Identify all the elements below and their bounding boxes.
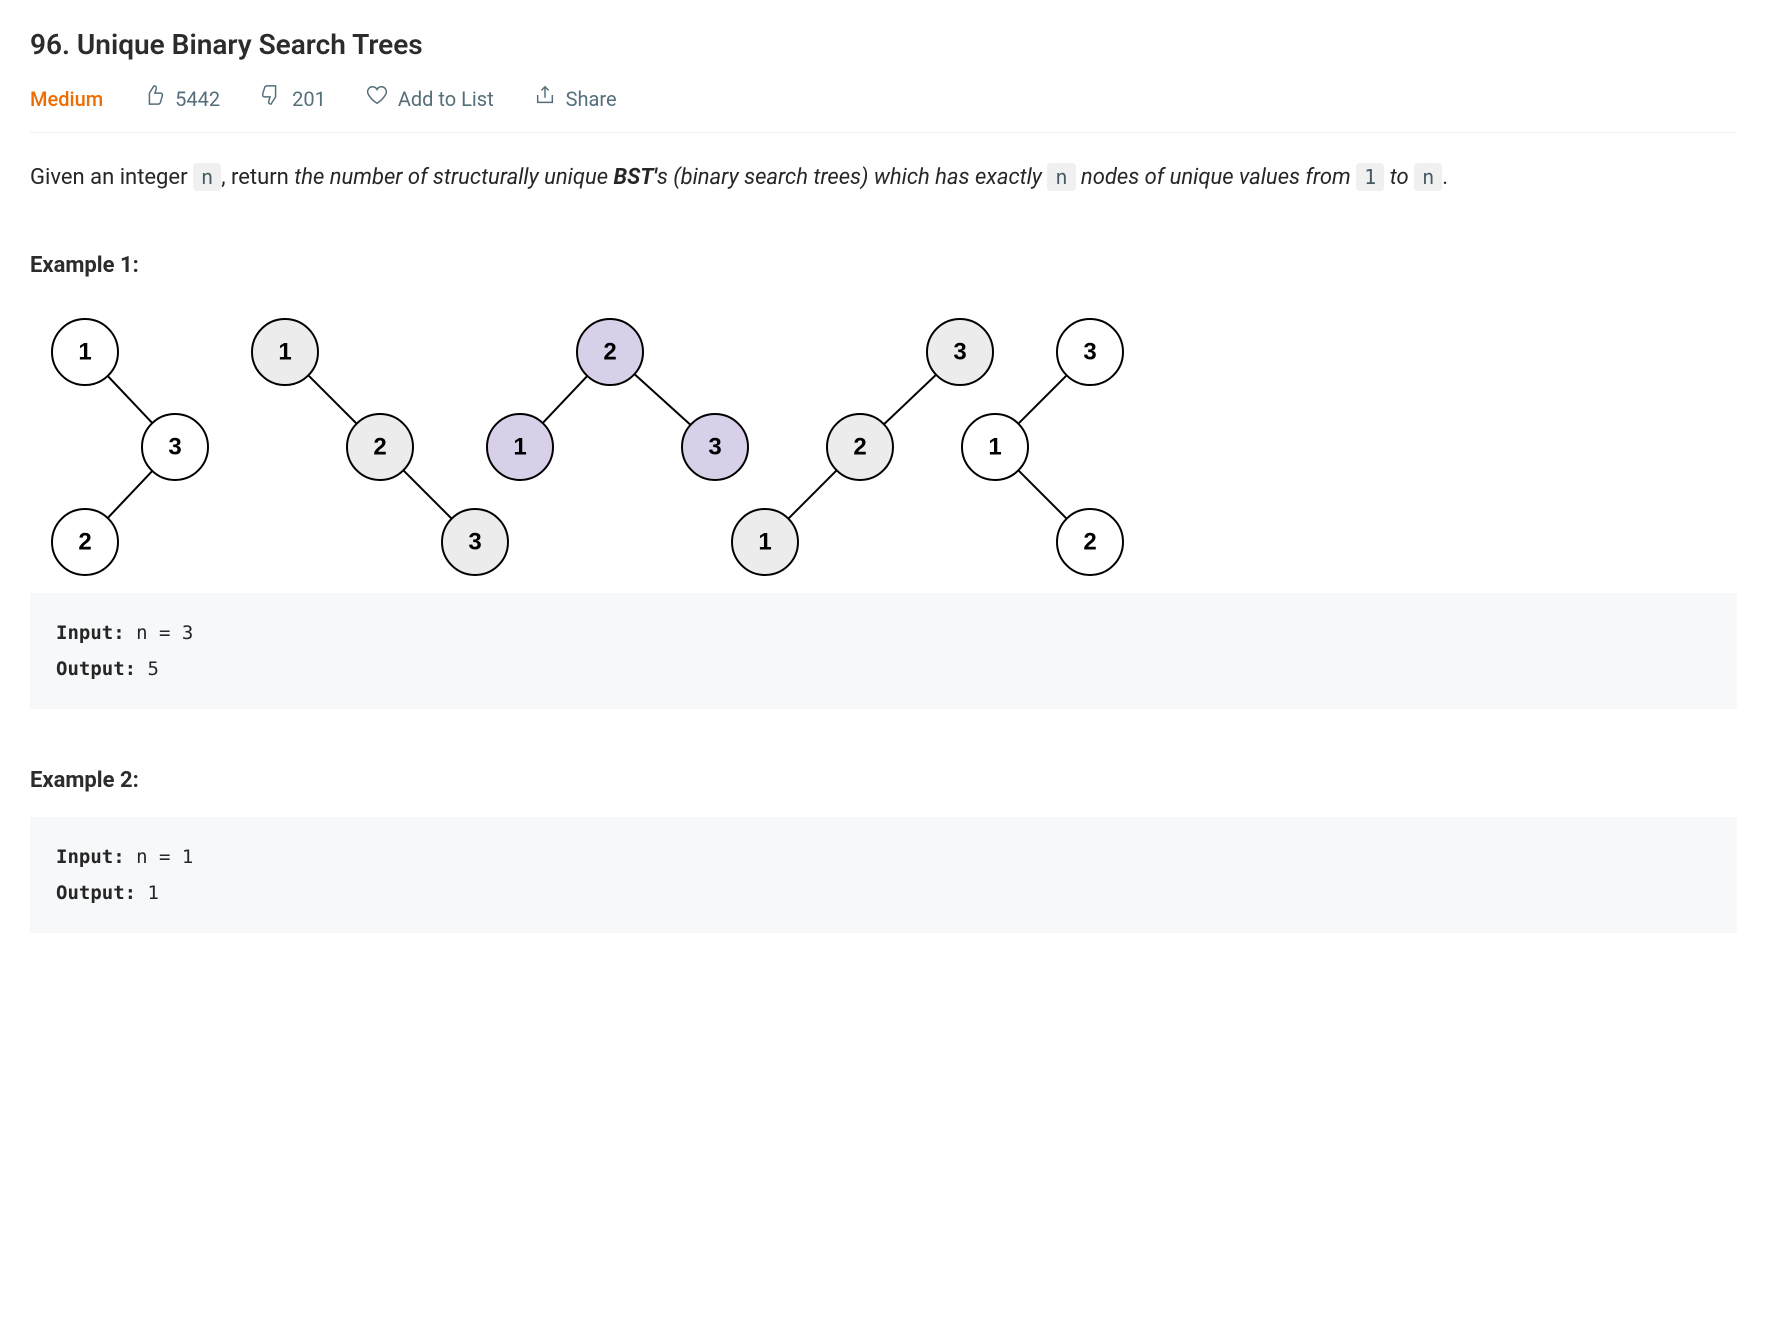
share-icon — [534, 84, 556, 114]
tree-node-value: 2 — [853, 434, 866, 461]
tree-node-value: 3 — [708, 434, 721, 461]
heart-icon — [366, 84, 388, 114]
desc-text: nodes of unique values from — [1076, 165, 1357, 190]
problem-meta-row: Medium 5442 201 Add to List Share — [30, 84, 1737, 133]
tree-node-value: 1 — [278, 339, 291, 366]
desc-code-1: 1 — [1356, 163, 1384, 191]
tree-node-value: 2 — [603, 339, 616, 366]
example1-code: Input: n = 3 Output: 5 — [30, 593, 1737, 709]
dislike-button[interactable]: 201 — [260, 84, 326, 114]
add-to-list-label: Add to List — [398, 84, 494, 114]
desc-code-n1: n — [193, 163, 221, 191]
tree-edge — [108, 376, 153, 423]
tree-node-value: 2 — [78, 529, 91, 556]
tree-edge — [108, 471, 153, 518]
output-value: 1 — [136, 882, 159, 904]
problem-title: 96. Unique Binary Search Trees — [30, 24, 1737, 66]
tree-edge — [403, 470, 451, 518]
tree-node-value: 3 — [168, 434, 181, 461]
tree-node-value: 2 — [1083, 529, 1096, 556]
difficulty-badge: Medium — [30, 84, 103, 114]
input-value: n = 1 — [125, 846, 194, 868]
desc-code-n2: n — [1047, 163, 1075, 191]
desc-code-n3: n — [1414, 163, 1442, 191]
tree-node-value: 3 — [468, 529, 481, 556]
desc-bold: BST' — [613, 165, 656, 190]
input-label: Input: — [56, 846, 125, 868]
tree-edge — [1018, 470, 1066, 518]
example1-heading: Example 1: — [30, 249, 1737, 282]
like-count: 5442 — [175, 84, 220, 114]
desc-text: , return — [221, 165, 294, 190]
tree-node-value: 1 — [78, 339, 91, 366]
bst-diagram: 1 3 2 1 2 3 2 1 3 3 2 1 3 1 2 — [30, 302, 1737, 587]
tree-edge — [543, 376, 588, 423]
tree-node-value: 2 — [373, 434, 386, 461]
example2-heading: Example 2: — [30, 764, 1737, 797]
like-button[interactable]: 5442 — [143, 84, 220, 114]
tree-node-value: 1 — [513, 434, 526, 461]
thumbs-up-icon — [143, 84, 165, 114]
desc-text: s (binary search trees) which has exactl… — [657, 165, 1047, 190]
output-label: Output: — [56, 882, 136, 904]
tree-edge — [308, 375, 356, 423]
input-value: n = 3 — [125, 622, 194, 644]
tree-edge — [1018, 375, 1066, 423]
problem-description: Given an integer n, return the number of… — [30, 161, 1737, 194]
share-button[interactable]: Share — [534, 84, 617, 114]
dislike-count: 201 — [292, 84, 326, 114]
share-label: Share — [566, 84, 617, 114]
desc-text: . — [1442, 165, 1448, 190]
tree-node-value: 1 — [758, 529, 771, 556]
input-label: Input: — [56, 622, 125, 644]
desc-text: to — [1384, 165, 1414, 190]
tree-node-value: 3 — [953, 339, 966, 366]
example2-code: Input: n = 1 Output: 1 — [30, 817, 1737, 933]
output-label: Output: — [56, 658, 136, 680]
desc-text: the number of structurally unique — [294, 165, 613, 190]
add-to-list-button[interactable]: Add to List — [366, 84, 494, 114]
tree-node-value: 1 — [988, 434, 1001, 461]
tree-node-value: 3 — [1083, 339, 1096, 366]
desc-text: Given an integer — [30, 165, 193, 190]
tree-edge — [634, 374, 690, 425]
thumbs-down-icon — [260, 84, 282, 114]
output-value: 5 — [136, 658, 159, 680]
tree-edge — [788, 470, 836, 518]
tree-edge — [884, 375, 936, 425]
